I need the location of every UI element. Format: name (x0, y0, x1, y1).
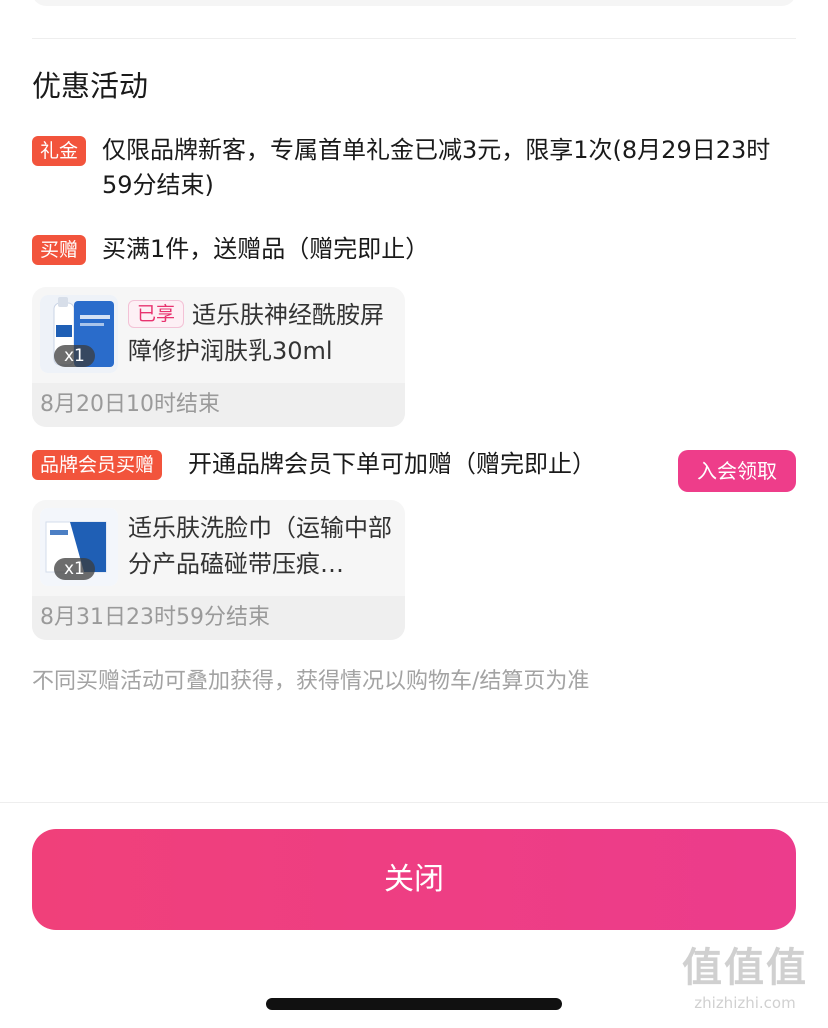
watermark-logo: 值值值 (682, 945, 808, 991)
promo-tag-member-gift: 品牌会员买赠 (32, 450, 163, 480)
previous-card-edge (32, 0, 796, 6)
promo-text-member-gift: 开通品牌会员下单可加赠（赠完即止） (188, 450, 596, 478)
promotion-sheet: 优惠活动 礼金 仅限品牌新客，专属首单礼金已减3元，限享1次(8月29日23时5… (0, 0, 828, 1028)
join-member-button[interactable]: 入会领取 (678, 450, 796, 492)
divider (0, 802, 828, 803)
product-thumbnail: x1 (40, 295, 118, 373)
gift-end-time: 8月31日23时59分结束 (32, 596, 405, 640)
promo-tag-gift-money: 礼金 (32, 136, 87, 166)
enjoyed-badge: 已享 (128, 300, 185, 328)
gift-card-lotion[interactable]: x1 已享 适乐肤神经酰胺屏障修护润肤乳30ml 8月20日10时结束 (32, 287, 405, 427)
section-title: 优惠活动 (32, 69, 149, 103)
gift-quantity: x1 (54, 558, 95, 580)
gift-name: 已享 适乐肤神经酰胺屏障修护润肤乳30ml (128, 297, 395, 369)
product-thumbnail: x1 (40, 508, 118, 586)
close-button[interactable]: 关闭 (32, 829, 796, 930)
stacking-note: 不同买赠活动可叠加获得，获得情况以购物车/结算页为准 (32, 669, 590, 694)
site-watermark: 值值值 zhizhizhi.com (670, 942, 820, 1012)
home-indicator[interactable] (266, 998, 562, 1010)
gift-name: 适乐肤洗脸巾（运输中部分产品磕碰带压痕… (128, 514, 392, 578)
gift-quantity: x1 (54, 345, 95, 367)
divider (32, 38, 796, 39)
watermark-url: zhizhizhi.com (694, 994, 796, 1012)
gift-end-time: 8月20日10时结束 (32, 383, 405, 427)
promo-tag-buy-gift: 买赠 (32, 235, 87, 265)
gift-card-face-towel[interactable]: x1 适乐肤洗脸巾（运输中部分产品磕碰带压痕… 8月31日23时59分结束 (32, 500, 405, 640)
promo-text-gift-money: 仅限品牌新客，专属首单礼金已减3元，限享1次(8月29日23时59分结束) (102, 136, 771, 199)
promo-text-buy-gift: 买满1件，送赠品（赠完即止） (102, 235, 430, 263)
